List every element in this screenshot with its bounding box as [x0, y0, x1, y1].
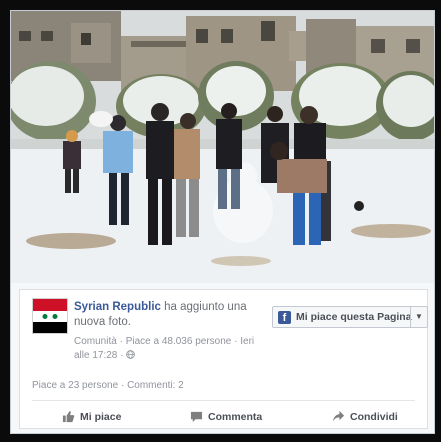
facebook-f-icon: f — [278, 310, 291, 324]
comment-icon — [190, 411, 203, 423]
meta-separator: · — [231, 336, 241, 347]
comments-count-link[interactable]: Commenti: 2 — [127, 380, 184, 391]
post-photo[interactable] — [11, 11, 434, 283]
like-button-label: Mi piace — [80, 410, 122, 423]
thumbs-up-icon — [62, 411, 75, 423]
globe-icon — [126, 350, 136, 359]
syrian-flag-icon — [33, 299, 67, 333]
facebook-post-frame: Syrian Republic ha aggiunto una nuova fo… — [10, 10, 435, 434]
stats-separator: · — [118, 380, 128, 391]
comment-button-label: Commenta — [208, 410, 263, 423]
post-stats: Piace a 23 persone · Commenti: 2 — [32, 380, 184, 391]
page-likes-count: Piace a 48.036 persone — [125, 336, 232, 347]
like-button[interactable]: Mi piace — [62, 410, 121, 423]
like-page-button[interactable]: f Mi piace questa Pagina ▼ — [272, 306, 428, 328]
like-page-label: Mi piace questa Pagina — [296, 311, 412, 323]
actions-divider — [32, 400, 415, 401]
page-avatar[interactable] — [32, 298, 68, 334]
page-name-link[interactable]: Syrian Republic — [74, 301, 161, 313]
comment-button[interactable]: Commenta — [190, 410, 262, 423]
likes-count-link[interactable]: Piace a 23 persone — [32, 380, 118, 391]
chevron-down-icon[interactable]: ▼ — [410, 307, 427, 327]
meta-separator: · — [116, 336, 126, 347]
post-meta: Comunità · Piace a 48.036 persone · Ieri… — [74, 335, 264, 363]
meta-separator: · — [117, 350, 127, 361]
share-button-label: Condividi — [350, 410, 398, 423]
page-category: Comunità — [74, 336, 117, 347]
post-card: Syrian Republic ha aggiunto una nuova fo… — [19, 289, 428, 429]
snow-scene-photo — [11, 11, 434, 283]
share-button[interactable]: Condividi — [332, 410, 398, 423]
share-icon — [332, 410, 345, 422]
post-headline: Syrian Republic ha aggiunto una nuova fo… — [74, 300, 259, 330]
